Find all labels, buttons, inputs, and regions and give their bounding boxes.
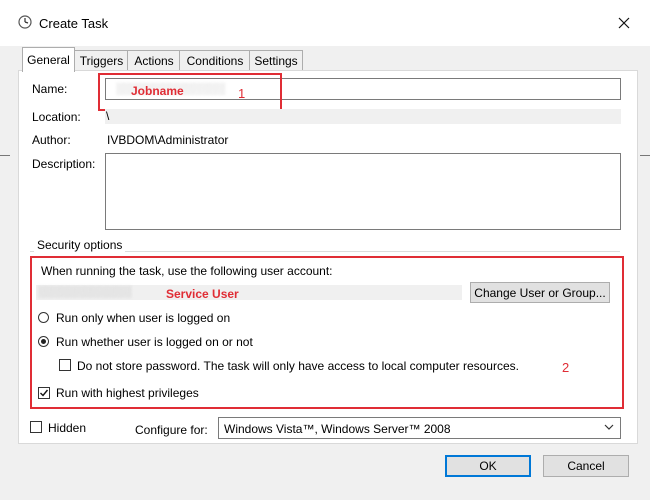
user-account-field: ░░░░░░░░░░░░: [36, 285, 462, 300]
configure-for-dropdown[interactable]: Windows Vista™, Windows Server™ 2008: [218, 417, 621, 439]
location-value: \: [106, 109, 110, 123]
run-as-text: When running the task, use the following…: [41, 264, 333, 278]
do-not-store-password-label: Do not store password. The task will onl…: [77, 359, 519, 373]
hidden-checkbox[interactable]: [30, 421, 42, 433]
change-user-button[interactable]: Change User or Group...: [470, 282, 610, 303]
chevron-down-icon: [604, 421, 614, 431]
radio-run-logged-on[interactable]: [38, 312, 49, 323]
location-field: \: [105, 109, 621, 124]
do-not-store-password-checkbox[interactable]: [59, 359, 71, 371]
author-value: IVBDOM\Administrator: [107, 133, 229, 147]
highest-privileges-checkbox[interactable]: [38, 387, 50, 399]
radio-run-whether-label: Run whether user is logged on or not: [56, 335, 253, 349]
user-obscured-value: ░░░░░░░░░░░░: [38, 286, 132, 298]
author-label: Author:: [32, 133, 71, 147]
checkmark-icon: [40, 389, 49, 397]
annotation-number-2: 2: [562, 360, 570, 375]
annotation-number-1: 1: [238, 86, 246, 101]
description-textarea[interactable]: [105, 153, 621, 230]
radio-run-logged-on-label: Run only when user is logged on: [56, 311, 231, 325]
highest-privileges-label: Run with highest privileges: [56, 386, 199, 400]
annotation-box-1: [98, 73, 282, 111]
jobname-annotation: Jobname: [131, 84, 184, 98]
change-user-button-label: Change User or Group...: [474, 285, 606, 300]
security-options-label: Security options: [34, 238, 126, 252]
service-user-annotation: Service User: [166, 287, 239, 301]
radio-run-whether[interactable]: [38, 336, 49, 347]
hidden-label: Hidden: [48, 421, 87, 435]
radio-selected-dot: [41, 339, 46, 344]
name-label: Name:: [32, 82, 68, 96]
configure-for-value: Windows Vista™, Windows Server™ 2008: [224, 422, 451, 436]
location-label: Location:: [32, 110, 81, 124]
description-label: Description:: [32, 157, 96, 171]
configure-for-label: Configure for:: [135, 423, 208, 437]
